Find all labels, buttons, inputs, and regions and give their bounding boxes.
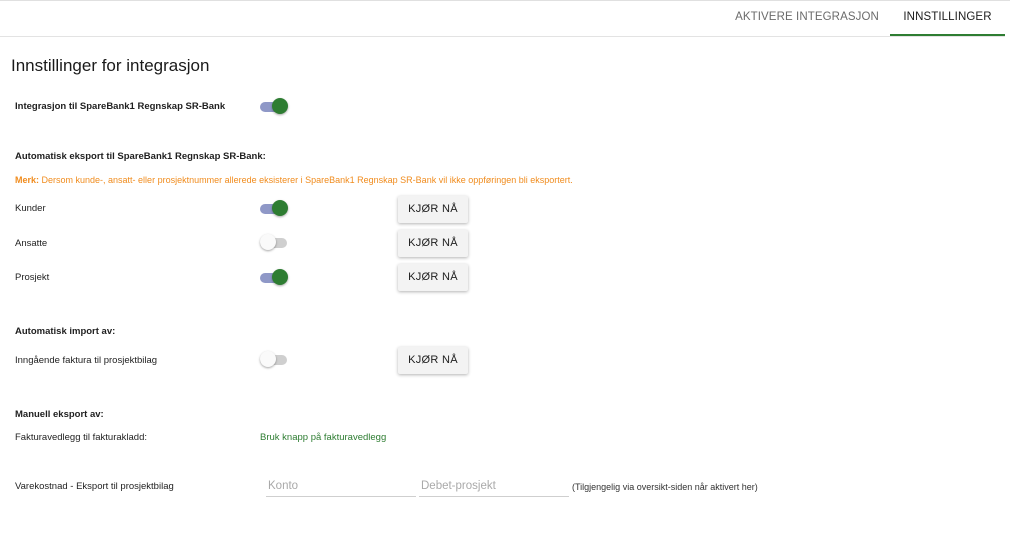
run-now-ansatte-button[interactable]: KJØR NÅ <box>398 230 468 257</box>
toggle-thumb <box>260 234 276 250</box>
tab-innstillinger[interactable]: INNSTILLINGER <box>890 0 1005 36</box>
invoice-attachment-label: Fakturavedlegg til fakturakladd: <box>15 432 148 443</box>
integration-label: Integrasjon til SpareBank1 Regnskap SR-B… <box>15 101 226 112</box>
export-item-kunder-label: Kunder <box>15 203 46 214</box>
export-prosjekt-toggle[interactable] <box>260 268 288 288</box>
export-item-prosjekt-label: Prosjekt <box>15 272 50 283</box>
tab-bar: AKTIVERE INTEGRASJON INNSTILLINGER <box>0 0 1005 37</box>
manual-heading: Manuell eksport av: <box>15 409 104 420</box>
toggle-thumb <box>272 200 288 216</box>
export-item-ansatte-label: Ansatte <box>15 238 48 249</box>
konto-input[interactable] <box>266 477 420 495</box>
import-heading: Automatisk import av: <box>15 326 116 337</box>
toggle-thumb <box>260 351 276 367</box>
tab-aktivere-integrasjon[interactable]: AKTIVERE INTEGRASJON <box>732 0 882 35</box>
export-ansatte-toggle[interactable] <box>260 233 288 253</box>
cost-export-label: Varekostnad - Eksport til prosjektbilag <box>15 481 174 492</box>
import-faktura-toggle[interactable] <box>260 350 288 370</box>
integration-toggle[interactable] <box>260 97 288 117</box>
import-item-label: Inngående faktura til prosjektbilag <box>15 355 158 366</box>
run-now-prosjekt-button[interactable]: KJØR NÅ <box>398 264 468 291</box>
toggle-thumb <box>272 269 288 285</box>
run-now-kunder-button[interactable]: KJØR NÅ <box>398 196 468 223</box>
debet-prosjekt-field <box>419 476 573 497</box>
export-kunder-toggle[interactable] <box>260 199 288 219</box>
export-heading: Automatisk eksport til SpareBank1 Regnsk… <box>15 151 266 162</box>
run-now-import-button[interactable]: KJØR NÅ <box>398 347 468 374</box>
availability-hint: (Tilgjengelig via oversikt-siden når akt… <box>572 482 758 492</box>
invoice-attachment-value: Bruk knapp på fakturavedlegg <box>260 432 387 443</box>
page-title: Innstillinger for integrasjon <box>11 56 210 75</box>
note-text: Dersom kunde-, ansatt- eller prosjektnum… <box>39 175 573 185</box>
note-prefix: Merk: <box>15 175 40 185</box>
export-note: Merk: Dersom kunde-, ansatt- eller prosj… <box>15 175 573 185</box>
toggle-thumb <box>272 98 288 114</box>
debet-prosjekt-input[interactable] <box>419 477 573 495</box>
konto-field <box>266 476 420 497</box>
